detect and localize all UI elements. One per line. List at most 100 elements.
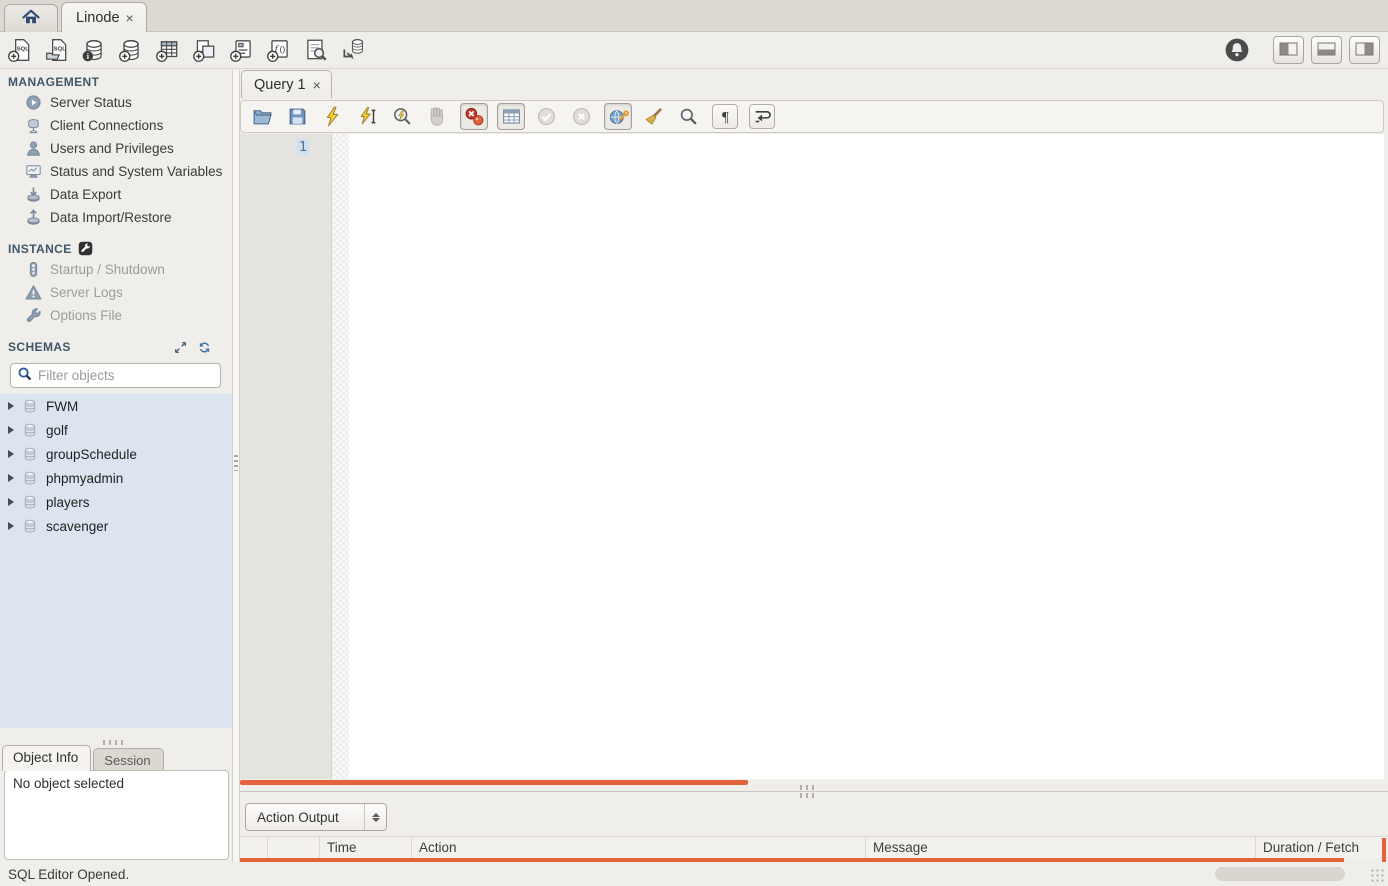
toggle-bottom-panel-button[interactable] — [1311, 36, 1342, 64]
schema-row[interactable]: scavenger — [0, 514, 232, 538]
output-column-header[interactable] — [268, 837, 320, 858]
expand-triangle-icon[interactable] — [8, 474, 14, 482]
home-tab[interactable] — [4, 4, 58, 32]
status-bar: SQL Editor Opened. — [0, 862, 1388, 886]
new-sql-tab-button[interactable]: SQL — [7, 37, 33, 63]
window-resize-grip[interactable] — [1370, 868, 1385, 883]
sidebar-splitter[interactable] — [232, 70, 240, 862]
schema-row[interactable]: golf — [0, 418, 232, 442]
schema-name: phpmyadmin — [46, 471, 123, 486]
limit-rows-button[interactable] — [497, 103, 525, 130]
execute-current-button[interactable] — [357, 106, 379, 128]
sidebar-item-server-status[interactable]: Server Status — [0, 91, 232, 114]
execute-icon — [322, 106, 344, 127]
sidebar-item-options-file: Options File — [0, 304, 232, 327]
sidebar-item-users-privileges[interactable]: Users and Privileges — [0, 137, 232, 160]
editor-horizontal-scrollbar[interactable] — [240, 780, 748, 785]
sidebar: MANAGEMENT Server StatusClient Connectio… — [0, 70, 232, 862]
word-wrap-icon — [752, 106, 773, 127]
toggle-left-panel-button[interactable] — [1273, 36, 1304, 64]
bottom-scrollbar-thumb[interactable] — [1215, 867, 1345, 881]
query-tab[interactable]: Query 1 × — [241, 70, 332, 98]
find-button[interactable] — [678, 106, 700, 128]
create-function-button[interactable]: f() — [266, 37, 292, 63]
sidebar-item-label: Startup / Shutdown — [50, 262, 165, 277]
output-column-header[interactable] — [240, 837, 268, 858]
output-column-header-duration-fetch[interactable]: Duration / Fetch — [1256, 837, 1388, 858]
editor-text-area[interactable] — [349, 134, 1384, 779]
stop-button[interactable] — [427, 106, 449, 128]
toggle-left-panel-icon — [1279, 42, 1298, 59]
connection-tab[interactable]: Linode × — [61, 2, 147, 32]
output-type-select[interactable]: Action Output — [245, 803, 387, 831]
users-privileges-icon — [25, 140, 42, 157]
sidebar-item-label: Server Logs — [50, 285, 123, 300]
schema-row[interactable]: phpmyadmin — [0, 466, 232, 490]
rollback-button[interactable] — [571, 106, 593, 128]
search-data-button[interactable] — [303, 37, 329, 63]
connection-tab-label: Linode — [76, 10, 120, 26]
notification-icon[interactable] — [1224, 37, 1250, 63]
expand-triangle-icon[interactable] — [8, 450, 14, 458]
create-procedure-button[interactable] — [229, 37, 255, 63]
output-vertical-scrollbar[interactable] — [1382, 838, 1386, 862]
schema-name: FWM — [46, 399, 78, 414]
sidebar-item-data-export[interactable]: Data Export — [0, 183, 232, 206]
expand-arrows-icon[interactable] — [173, 340, 188, 355]
close-icon[interactable]: × — [311, 77, 323, 93]
save-button[interactable] — [287, 106, 309, 128]
schema-icon — [22, 398, 38, 414]
beautify-icon — [643, 106, 665, 127]
stop-on-error-button[interactable] — [460, 103, 488, 130]
autocommit-button[interactable] — [604, 103, 632, 130]
object-info-panel: Object Info Session No object selected — [0, 740, 232, 862]
main-toolbar: SQL SQL i f() — [0, 32, 1388, 69]
tab-session[interactable]: Session — [93, 748, 163, 771]
expand-triangle-icon[interactable] — [8, 402, 14, 410]
expand-triangle-icon[interactable] — [8, 522, 14, 530]
execute-button[interactable] — [322, 106, 344, 128]
sidebar-item-client-connections[interactable]: Client Connections — [0, 114, 232, 137]
reconnect-dbms-button[interactable] — [340, 37, 366, 63]
output-splitter-grip — [800, 785, 818, 790]
schema-filter-input[interactable] — [38, 368, 214, 383]
sql-editor[interactable]: 1 — [240, 134, 1384, 779]
rollback-icon — [571, 106, 593, 127]
status-text: SQL Editor Opened. — [8, 867, 129, 882]
server-logs-icon — [25, 284, 42, 301]
refresh-icon[interactable] — [197, 340, 212, 355]
sidebar-item-label: Data Export — [50, 187, 121, 202]
schema-row[interactable]: players — [0, 490, 232, 514]
output-column-header-action[interactable]: Action — [412, 837, 866, 858]
create-schema-button[interactable] — [118, 37, 144, 63]
schema-row[interactable]: groupSchedule — [0, 442, 232, 466]
open-sql-script-button[interactable]: SQL — [44, 37, 70, 63]
schema-row[interactable]: FWM — [0, 394, 232, 418]
show-invisibles-button[interactable]: ¶ — [712, 104, 738, 129]
explain-button[interactable] — [392, 106, 414, 128]
create-table-button[interactable] — [155, 37, 181, 63]
create-function-icon: f() — [266, 37, 292, 63]
expand-triangle-icon[interactable] — [8, 426, 14, 434]
schema-icon — [22, 518, 38, 534]
close-icon[interactable]: × — [124, 10, 136, 26]
sidebar-item-status-variables[interactable]: Status and System Variables — [0, 160, 232, 183]
options-file-icon — [25, 307, 42, 324]
create-view-icon — [192, 37, 218, 63]
create-view-button[interactable] — [192, 37, 218, 63]
commit-button[interactable] — [536, 106, 558, 128]
section-title-schemas: SCHEMAS — [0, 338, 232, 356]
expand-triangle-icon[interactable] — [8, 498, 14, 506]
sidebar-item-data-import[interactable]: Data Import/Restore — [0, 206, 232, 229]
word-wrap-button[interactable] — [749, 104, 775, 129]
output-column-header-message[interactable]: Message — [866, 837, 1256, 858]
schema-inspector-button[interactable]: i — [81, 37, 107, 63]
open-file-button[interactable] — [252, 106, 274, 128]
output-column-header-time[interactable]: Time — [320, 837, 412, 858]
output-table-header: TimeActionMessageDuration / Fetch — [240, 836, 1388, 858]
beautify-button[interactable] — [643, 106, 665, 128]
toggle-right-panel-button[interactable] — [1349, 36, 1380, 64]
output-splitter[interactable] — [240, 791, 1388, 792]
stop-on-error-icon — [464, 106, 485, 127]
tab-object-info[interactable]: Object Info — [2, 745, 91, 771]
